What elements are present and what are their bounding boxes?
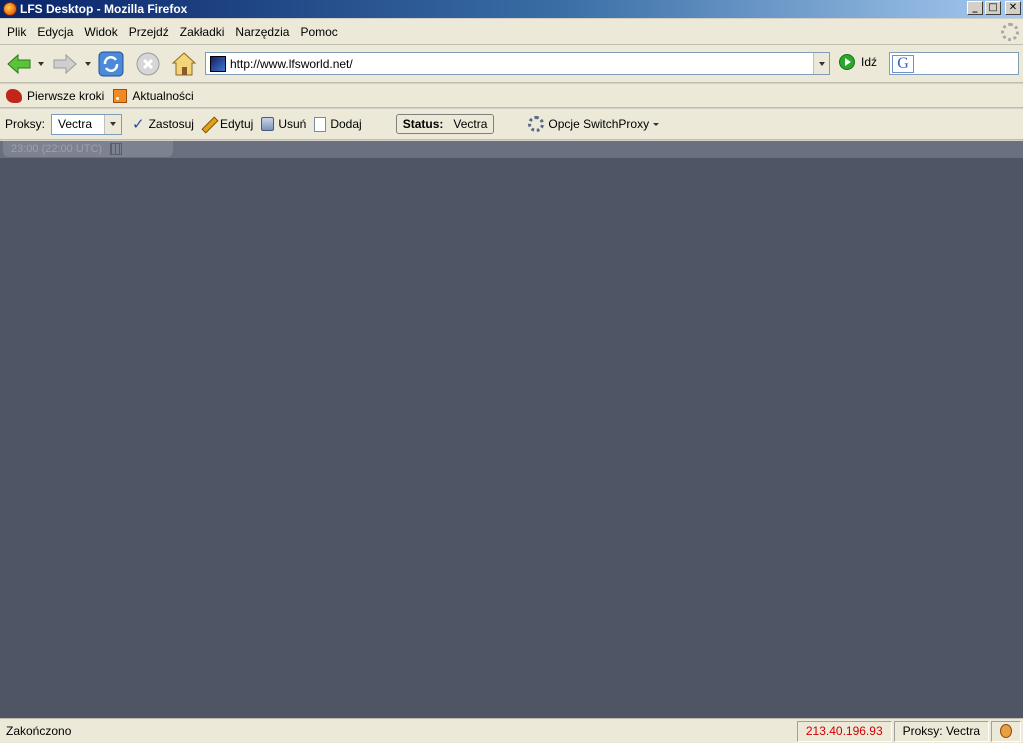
switchproxy-options-label: Opcje SwitchProxy xyxy=(548,117,650,131)
forward-button[interactable] xyxy=(52,53,78,75)
stop-button[interactable] xyxy=(135,51,161,77)
close-button[interactable]: ✕ xyxy=(1005,1,1021,15)
home-icon xyxy=(171,52,197,76)
search-box[interactable]: G xyxy=(889,52,1019,75)
remove-label: Usuń xyxy=(278,117,307,131)
site-favicon-icon xyxy=(210,55,226,72)
menu-widok[interactable]: Widok xyxy=(81,25,125,39)
edit-button[interactable]: Edytuj xyxy=(202,117,253,131)
bookmark-aktualnosci[interactable]: Aktualności xyxy=(113,88,194,103)
go-arrow-icon xyxy=(839,54,855,70)
rss-icon xyxy=(113,88,128,103)
add-label: Dodaj xyxy=(330,117,362,131)
pencil-icon xyxy=(202,117,216,131)
trash-icon xyxy=(261,117,275,131)
menu-bar: Plik Edycja Widok Przejdź Zakładki Narzę… xyxy=(0,19,1023,45)
chevron-down-icon xyxy=(818,61,825,66)
stop-icon xyxy=(136,52,160,76)
bookmark-label: Aktualności xyxy=(132,88,194,103)
ip-address: 213.40.196.93 xyxy=(796,720,892,742)
address-bar[interactable] xyxy=(205,52,830,75)
new-page-icon xyxy=(314,116,327,132)
bookmarks-toolbar: Pierwsze kroki Aktualności xyxy=(0,84,1023,108)
firefox-icon xyxy=(3,2,17,16)
bookmark-pierwsze-kroki[interactable]: Pierwsze kroki xyxy=(6,88,105,103)
clock-tab: 23:00 (22:00 UTC) xyxy=(3,141,173,157)
chevron-down-icon xyxy=(110,122,117,126)
forward-dropdown-icon[interactable] xyxy=(85,62,91,66)
window-title-bar: LFS Desktop - Mozilla Firefox _ □ ✕ xyxy=(0,0,1023,18)
proxy-selected-value: Vectra xyxy=(58,117,93,131)
menu-plik[interactable]: Plik xyxy=(4,25,34,39)
back-button[interactable] xyxy=(6,53,32,75)
menu-pomoc[interactable]: Pomoc xyxy=(297,25,345,39)
proxy-status[interactable]: Proksy: Vectra xyxy=(893,720,989,742)
edit-label: Edytuj xyxy=(219,117,254,131)
go-label: Idź xyxy=(861,55,878,69)
status-text: Zakończono xyxy=(6,724,72,738)
back-arrow-icon xyxy=(7,53,31,75)
forward-arrow-icon xyxy=(53,53,77,75)
switchproxy-options-button[interactable]: Opcje SwitchProxy xyxy=(528,116,660,132)
menu-edycja[interactable]: Edycja xyxy=(34,25,81,39)
extension-status[interactable] xyxy=(991,720,1021,742)
apply-label: Zastosuj xyxy=(148,117,194,131)
tools-icon[interactable] xyxy=(110,143,123,155)
window-controls: _ □ ✕ xyxy=(967,1,1021,15)
status-label: Status: xyxy=(402,117,444,131)
go-button[interactable]: Idź xyxy=(839,54,877,70)
url-input[interactable] xyxy=(230,54,813,73)
menu-zakladki[interactable]: Zakładki xyxy=(177,25,233,39)
search-input[interactable] xyxy=(914,56,1014,71)
window-title: LFS Desktop - Mozilla Firefox xyxy=(20,2,188,16)
status-bar: Zakończono 213.40.196.93 Proksy: Vectra xyxy=(0,718,1023,743)
status-value: Vectra xyxy=(453,117,488,131)
url-history-dropdown[interactable] xyxy=(813,53,829,74)
proxy-status-box: Status: Vectra xyxy=(395,114,495,134)
apply-button[interactable]: ✓ Zastosuj xyxy=(132,115,194,133)
bookmark-label: Pierwsze kroki xyxy=(27,88,105,103)
page-content: 23:00 (22:00 UTC) xyxy=(0,141,1023,718)
reload-button[interactable] xyxy=(98,51,124,77)
google-search-engine-icon[interactable]: G xyxy=(892,54,914,73)
home-button[interactable] xyxy=(171,51,197,77)
menu-przejdz[interactable]: Przejdź xyxy=(126,25,177,39)
proxy-label: Proksy: xyxy=(5,117,46,131)
back-dropdown-icon[interactable] xyxy=(38,62,44,66)
caret-down-icon xyxy=(653,122,660,126)
reload-icon xyxy=(98,51,124,77)
menu-narzedzia[interactable]: Narzędzia xyxy=(232,25,297,39)
face-icon xyxy=(1000,724,1012,738)
proxy-select-dropdown[interactable] xyxy=(104,114,122,134)
add-button[interactable]: Dodaj xyxy=(314,116,362,132)
proxy-select[interactable]: Vectra xyxy=(51,113,123,135)
checkmark-icon: ✓ xyxy=(132,115,145,133)
navigation-toolbar: Idź G xyxy=(0,45,1023,83)
bookmark-red-icon xyxy=(6,88,22,103)
gear-icon xyxy=(528,116,545,132)
switchproxy-toolbar: Proksy: Vectra ✓ Zastosuj Edytuj Usuń Do… xyxy=(0,109,1023,140)
maximize-button[interactable]: □ xyxy=(985,1,1001,15)
clock-text: 23:00 (22:00 UTC) xyxy=(11,142,103,155)
minimize-button[interactable]: _ xyxy=(967,1,983,15)
throbber-icon xyxy=(1001,23,1019,41)
remove-button[interactable]: Usuń xyxy=(261,117,306,131)
